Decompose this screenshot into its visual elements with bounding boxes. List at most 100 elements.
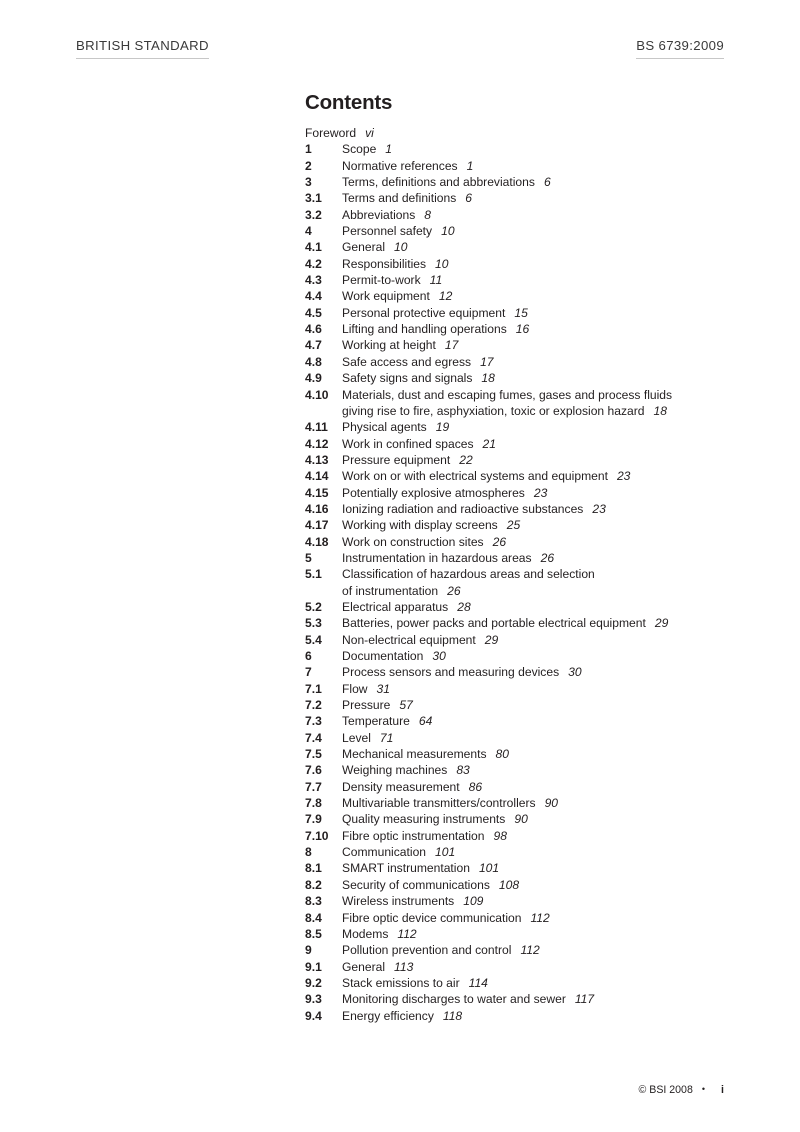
toc-entry[interactable]: 9.1 General 113 <box>305 959 745 975</box>
toc-entry-label: Lifting and handling operations <box>342 322 507 337</box>
toc-entry-body: Batteries, power packs and portable elec… <box>342 615 745 631</box>
toc-entry-label: Potentially explosive atmospheres <box>342 485 525 500</box>
toc-entry-number: 4.1 <box>305 240 322 255</box>
toc-entry[interactable]: 8.1 SMART instrumentation 101 <box>305 860 745 876</box>
toc-entry-label: Communication <box>342 845 427 860</box>
toc-entry[interactable]: 7.4 Level 71 <box>305 730 745 746</box>
toc-entry[interactable]: 7 Process sensors and measuring devices 30 <box>305 664 745 680</box>
toc-entry-number: Foreword <box>305 126 357 140</box>
toc-entry-body: Modems 112 <box>342 926 745 942</box>
toc-entry[interactable]: 5 Instrumentation in hazardous areas 26 <box>305 550 745 566</box>
toc-entry[interactable]: 7.3 Temperature 64 <box>305 713 745 729</box>
toc-entry[interactable]: 5.3 Batteries, power packs and portable e… <box>305 615 745 631</box>
toc-entry[interactable]: 4.10 Materials, dust and escaping fumes, … <box>305 387 745 420</box>
toc-entry[interactable]: 8.3 Wireless instruments 109 <box>305 893 745 909</box>
toc-entry-label: Multivariable transmitters/controllers <box>342 796 536 811</box>
toc-entry-label: Temperature <box>342 714 410 729</box>
toc-entry-page: 6 <box>543 175 551 190</box>
toc-entry-label: Documentation <box>342 649 424 663</box>
toc-entry[interactable]: 7.1 Flow 31 <box>305 681 745 697</box>
toc-entry[interactable]: 4.14 Work on or with electrical systems a… <box>305 468 745 484</box>
toc-entry-number: 7.9 <box>305 812 322 827</box>
toc-entry[interactable]: 1 Scope 1 <box>305 141 745 157</box>
toc-entry[interactable]: 4.1 General 10 <box>305 239 745 255</box>
toc-entry-page: 114 <box>468 975 488 990</box>
toc-entry[interactable]: 8 Communication 101 <box>305 844 745 860</box>
toc-entry[interactable]: 5.4 Non-electrical equipment 29 <box>305 632 745 648</box>
toc-entry-label: Process sensors and measuring devices <box>342 665 560 680</box>
toc-entry-label: Instrumentation in hazardous areas <box>342 550 532 565</box>
toc-entry-label: Materials, dust and escaping fumes, gase… <box>342 387 673 402</box>
toc-entry[interactable]: 4.4 Work equipment 12 <box>305 288 745 304</box>
toc-entry[interactable]: 7.6 Weighing machines 83 <box>305 762 745 778</box>
toc-entry[interactable]: 9.3 Monitoring discharges to water and se… <box>305 991 745 1007</box>
toc-entry-body: Classification of hazardous areas and se… <box>342 566 745 599</box>
toc-entry[interactable]: 9.2 Stack emissions to air 114 <box>305 975 745 991</box>
toc-entry[interactable]: 7.9 Quality measuring instruments 90 <box>305 811 745 827</box>
toc-entry[interactable]: 4.17 Working with display screens 25 <box>305 517 745 533</box>
toc-entry[interactable]: 8.2 Security of communications 108 <box>305 877 745 893</box>
toc-entry-label: Electrical apparatus <box>342 599 449 614</box>
toc-entry-label: SMART instrumentation <box>342 861 470 876</box>
toc-entry-body: vi <box>356 125 745 141</box>
toc-entry[interactable]: 4.12 Work in confined spaces 21 <box>305 436 745 452</box>
toc-entry[interactable]: 7.10 Fibre optic instrumentation 98 <box>305 828 745 844</box>
toc-entry-page: 22 <box>459 452 473 467</box>
toc-entry[interactable]: 9 Pollution prevention and control 112 <box>305 942 745 958</box>
toc-entry-page: 26 <box>540 550 555 565</box>
toc-entry[interactable]: 5.1 Classification of hazardous areas and… <box>305 566 745 599</box>
toc-entry[interactable]: Foreword vi <box>305 125 745 141</box>
toc-entry-page: 64 <box>418 714 433 729</box>
toc-entry[interactable]: 7.7 Density measurement 86 <box>305 779 745 795</box>
toc-entry-label: Energy efficiency <box>342 1008 434 1023</box>
toc-entry[interactable]: 3 Terms, definitions and abbreviations 6 <box>305 174 745 190</box>
toc-entry-body: Pressure equipment 22 <box>342 452 745 468</box>
toc-entry-body: Scope 1 <box>342 141 745 157</box>
toc-entry-number: 4.11 <box>305 420 328 435</box>
toc-entry[interactable]: 4.13 Pressure equipment 22 <box>305 452 745 468</box>
toc-entry[interactable]: 5.2 Electrical apparatus 28 <box>305 599 745 615</box>
toc-entry-label-continued: of instrumentation <box>342 583 439 598</box>
toc-entry-number: 4.13 <box>305 452 329 467</box>
toc-entry[interactable]: 4.16 Ionizing radiation and radioactive s… <box>305 501 745 517</box>
toc-entry-page: 29 <box>654 616 669 631</box>
toc-entry-number: 4.3 <box>305 273 322 288</box>
toc-entry[interactable]: 4.3 Permit-to-work 11 <box>305 272 745 288</box>
toc-entry[interactable]: 4.18 Work on construction sites 26 <box>305 534 745 550</box>
toc-entry[interactable]: 4.2 Responsibilities 10 <box>305 256 745 272</box>
toc-entry-body: Lifting and handling operations 16 <box>342 321 745 337</box>
toc-entry-label: Weighing machines <box>342 763 448 778</box>
toc-entry[interactable]: 4.11 Physical agents 19 <box>305 419 745 435</box>
toc-entry-number: 9.3 <box>305 992 322 1007</box>
toc-entry[interactable]: 9.4 Energy efficiency 118 <box>305 1008 745 1024</box>
toc-entry-label: Safety signs and signals <box>342 371 473 386</box>
toc-entry-page: 83 <box>456 763 470 778</box>
toc-entry-label: Classification of hazardous areas and se… <box>342 567 595 582</box>
toc-entry-page: 108 <box>498 877 520 892</box>
page-number: i <box>721 1084 724 1096</box>
toc-entry[interactable]: 4.8 Safe access and egress 17 <box>305 354 745 370</box>
toc-entry[interactable]: 4.5 Personal protective equipment 15 <box>305 305 745 321</box>
toc-entry[interactable]: 7.2 Pressure 57 <box>305 697 745 713</box>
toc-entry[interactable]: 3.1 Terms and definitions 6 <box>305 190 745 206</box>
toc-entry-label: Flow <box>342 681 368 696</box>
toc-entry[interactable]: 4 Personnel safety 10 <box>305 223 745 239</box>
toc-entry-page: 29 <box>484 632 499 647</box>
toc-entry[interactable]: 3.2 Abbreviations 8 <box>305 207 745 223</box>
toc-entry[interactable]: 8.5 Modems 112 <box>305 926 745 942</box>
toc-entry[interactable]: 6 Documentation 30 <box>305 648 745 664</box>
toc-entry[interactable]: 7.5 Mechanical measurements 80 <box>305 746 745 762</box>
copyright-notice: © BSI 2008 <box>638 1084 693 1096</box>
toc-entry[interactable]: 4.15 Potentially explosive atmospheres 23 <box>305 485 745 501</box>
toc-entry-page: 30 <box>432 649 446 663</box>
toc-entry-number: 7.2 <box>305 698 322 713</box>
toc-entry-page: 19 <box>435 420 450 435</box>
toc-entry[interactable]: 4.7 Working at height 17 <box>305 337 745 353</box>
toc-entry[interactable]: 8.4 Fibre optic device communication 112 <box>305 910 745 926</box>
toc-entry-label: Batteries, power packs and portable elec… <box>342 616 646 631</box>
toc-entry[interactable]: 4.6 Lifting and handling operations 16 <box>305 321 745 337</box>
toc-entry[interactable]: 2 Normative references 1 <box>305 158 745 174</box>
toc-entry[interactable]: 4.9 Safety signs and signals 18 <box>305 370 745 386</box>
toc-entry[interactable]: 7.8 Multivariable transmitters/controller… <box>305 795 745 811</box>
toc-entry-body: Instrumentation in hazardous areas 26 <box>342 550 745 566</box>
